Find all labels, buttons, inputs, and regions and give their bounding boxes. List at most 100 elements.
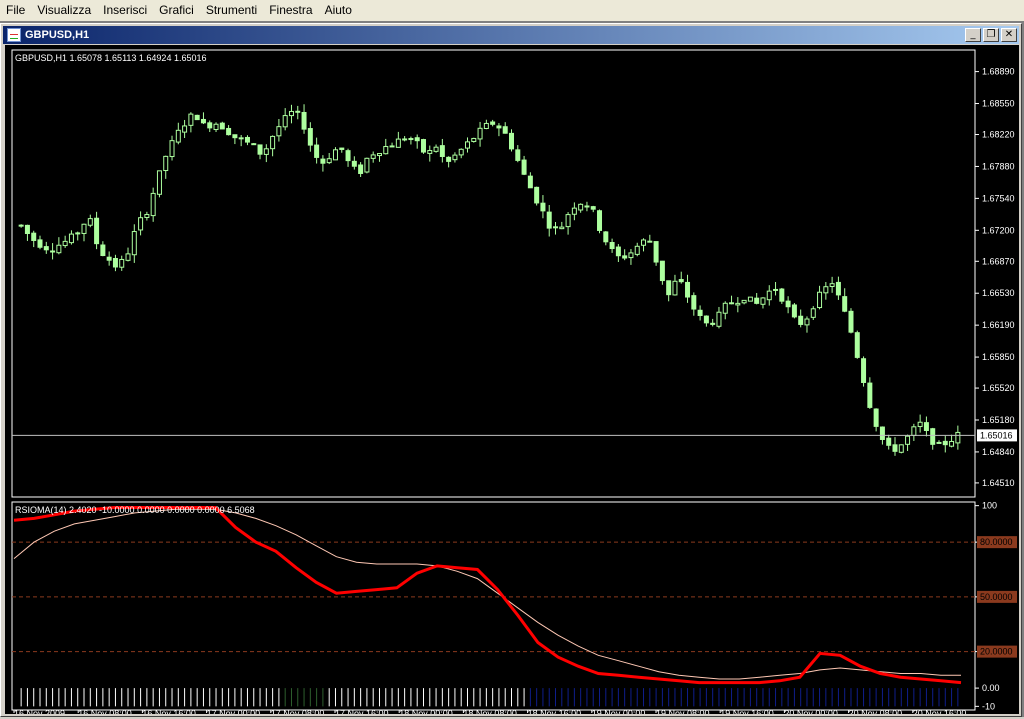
candle-body-bear (615, 246, 621, 257)
candle-body-bear (496, 125, 502, 129)
window-title: GBPUSD,H1 (25, 29, 90, 41)
candle-body-bear (703, 315, 709, 324)
candle-body-bear (779, 288, 785, 302)
restore-button[interactable]: ❐ (983, 28, 999, 42)
candle-body-bull (263, 148, 269, 155)
menu-visualizza[interactable]: Visualizza (31, 1, 97, 20)
candle-body-bull (87, 218, 93, 226)
candle-body-bear (603, 231, 609, 243)
candle-body-bull (131, 231, 137, 256)
candle-body-bull (56, 244, 62, 254)
price-tick-label: 1.68220 (982, 130, 1015, 140)
price-tick-label: 1.66190 (982, 320, 1015, 330)
menu-finestra[interactable]: Finestra (263, 1, 318, 20)
price-tick-label: 1.67880 (982, 161, 1015, 171)
menu-strumenti[interactable]: Strumenti (200, 1, 263, 20)
candle-body-bear (659, 260, 665, 282)
candle-body-bull (559, 226, 565, 230)
time-tick-label: 20 Nov 00:00 (784, 708, 838, 714)
candle-body-bear (439, 145, 445, 157)
candle-body-bear (584, 205, 590, 208)
candle-body-bull (804, 318, 810, 326)
price-tick-label: 1.65520 (982, 383, 1015, 393)
candle-body-bear (194, 114, 200, 121)
menu-aiuto[interactable]: Aiuto (319, 1, 358, 20)
chart-area[interactable]: 1.68890 1.68550 1.68220 1.67880 1.67540 1.672… (5, 45, 1019, 718)
window-titlebar[interactable]: GBPUSD,H1 _ ❐ ✕ (3, 26, 1019, 44)
candle-body-bear (232, 134, 238, 139)
candle-body-bear (861, 358, 867, 383)
candle-body-bull (578, 203, 584, 211)
candle-body-bull (395, 138, 401, 148)
candle-body-bear (207, 122, 213, 129)
candle-body-bear (546, 211, 552, 229)
time-tick-label: 17 Nov 08:00 (271, 708, 325, 714)
candle-body-bull (716, 311, 722, 327)
candle-body-bull (62, 240, 68, 247)
candle-body-bull (433, 146, 439, 152)
time-tick-label: 20 Nov 08:00 (849, 708, 903, 714)
candle-body-bear (842, 296, 848, 312)
candle-body-bear (892, 444, 898, 452)
candle-body-bull (326, 158, 332, 164)
candle-body-bull (182, 125, 188, 133)
candle-body-bear (37, 239, 43, 248)
candle-body-bear (295, 110, 301, 113)
menu-file[interactable]: File (0, 1, 31, 20)
candle-body-bear (942, 440, 948, 446)
candle-body-bear (24, 224, 30, 235)
candle-body-bull (898, 444, 904, 453)
indicator-level-label: 20.0000 (980, 647, 1013, 657)
candle-body-bull (213, 123, 219, 131)
time-tick-label: 19 Nov 00:00 (592, 708, 646, 714)
candle-body-bear (873, 408, 879, 427)
price-tick-label: 1.64840 (982, 447, 1015, 457)
candle-body-bear (358, 164, 364, 174)
candle-body-bull (125, 253, 131, 261)
price-tick-label: 1.65850 (982, 352, 1015, 362)
price-tick-label: 1.66530 (982, 288, 1015, 298)
candle-body-bull (138, 217, 144, 231)
candle-body-bear (414, 137, 420, 142)
candle-body-bear (219, 122, 225, 130)
candle-body-bull (571, 207, 577, 215)
close-button[interactable]: ✕ (1001, 28, 1017, 42)
candle-body-bear (226, 127, 232, 136)
candle-body-bear (697, 309, 703, 316)
current-price-label: 1.65016 (980, 430, 1013, 440)
candle-body-bull (370, 154, 376, 159)
candle-body-bear (622, 255, 628, 259)
candle-body-bull (150, 192, 156, 217)
candle-body-bull (156, 170, 162, 195)
candle-body-bear (420, 139, 426, 153)
candle-body-bull (747, 296, 753, 302)
candle-body-bull (452, 154, 458, 161)
menu-grafici[interactable]: Grafici (153, 1, 200, 20)
candle-body-bear (301, 111, 307, 130)
menu-inserisci[interactable]: Inserisci (97, 1, 153, 20)
candle-body-bear (534, 186, 540, 204)
indicator-tick-label: 100 (982, 501, 997, 511)
candle-body-bear (502, 126, 508, 134)
candle-body-bull (905, 435, 911, 445)
candle-body-bull (163, 155, 169, 172)
candle-body-bear (402, 138, 408, 141)
candle-body-bull (810, 308, 816, 318)
candle-body-bull (817, 291, 823, 309)
candle-body-bear (94, 217, 100, 245)
candle-body-bear (879, 426, 885, 440)
candle-body-bear (835, 281, 841, 296)
candle-body-bear (307, 128, 313, 146)
price-pane-title: GBPUSD,H1 1.65078 1.65113 1.64924 1.6501… (15, 53, 206, 63)
chart-svg[interactable]: 1.68890 1.68550 1.68220 1.67880 1.67540 1.672… (5, 45, 1019, 718)
candle-body-bear (244, 136, 250, 143)
candle-body-bear (609, 242, 615, 250)
candle-body-bear (200, 118, 206, 124)
candle-body-bear (691, 295, 697, 310)
candle-body-bull (376, 153, 382, 157)
time-tick-label: 18 Nov 16:00 (528, 708, 582, 714)
candle-body-bear (490, 121, 496, 125)
minimize-button[interactable]: _ (965, 28, 981, 42)
candle-body-bull (483, 122, 489, 129)
price-tick-label: 1.67200 (982, 225, 1015, 235)
